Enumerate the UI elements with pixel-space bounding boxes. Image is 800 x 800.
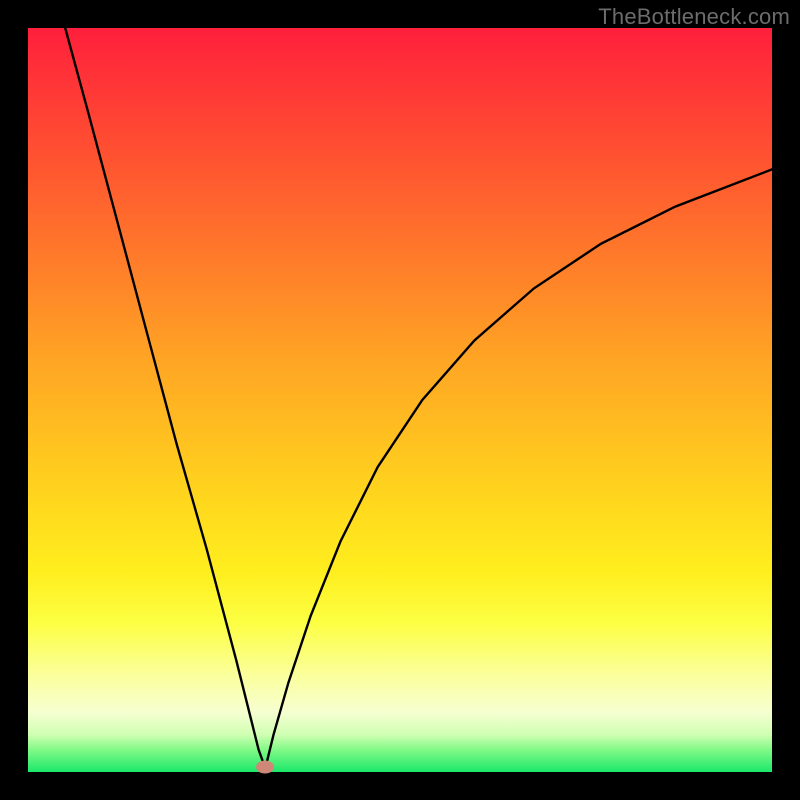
watermark-text: TheBottleneck.com — [598, 4, 790, 30]
chart-frame: TheBottleneck.com — [0, 0, 800, 800]
bottleneck-curve — [28, 28, 772, 772]
optimal-point-marker — [256, 761, 274, 774]
curve-path — [65, 28, 772, 768]
